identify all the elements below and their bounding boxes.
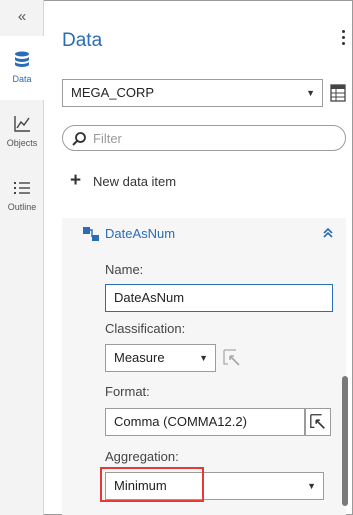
left-rail: « Data Objects Outline	[0, 0, 44, 515]
rail-item-outline[interactable]: Outline	[0, 164, 44, 228]
collapse-rail-button[interactable]: «	[0, 8, 44, 28]
aggregation-label: Aggregation:	[105, 449, 179, 464]
more-options-icon[interactable]	[341, 30, 347, 50]
aggregation-highlight-box	[100, 467, 204, 502]
classification-label: Classification:	[105, 321, 186, 336]
rail-item-objects[interactable]: Objects	[0, 100, 44, 164]
database-icon	[15, 51, 29, 67]
rail-item-label: Outline	[7, 202, 37, 212]
line-chart-icon	[14, 116, 30, 132]
panel-title: Data	[62, 30, 103, 51]
chevron-down-icon: ▼	[307, 481, 316, 491]
data-source-value: MEGA_CORP	[71, 85, 155, 100]
format-field[interactable]: Comma (COMMA12.2)	[105, 408, 305, 436]
collapse-chevron-icon[interactable]	[321, 226, 335, 240]
name-field[interactable]: DateAsNum	[105, 284, 333, 312]
list-icon	[14, 182, 30, 194]
edit-classification-icon[interactable]	[222, 348, 242, 368]
data-item-name: DateAsNum	[105, 226, 176, 241]
chevron-down-icon: ▼	[306, 88, 315, 98]
chevron-down-icon: ▼	[199, 353, 208, 363]
panel-scrollbar[interactable]	[342, 376, 348, 506]
data-source-table-icon[interactable]	[330, 84, 346, 102]
rail-item-data[interactable]: Data	[0, 36, 44, 100]
filter-input[interactable]: Filter	[62, 125, 346, 151]
new-data-item-label: New data item	[93, 174, 177, 189]
data-source-select[interactable]: MEGA_CORP ▼	[62, 79, 323, 107]
search-icon	[72, 132, 86, 146]
classification-select[interactable]: Measure ▼	[105, 344, 216, 372]
rail-item-label: Objects	[6, 138, 38, 148]
filter-placeholder: Filter	[93, 131, 122, 146]
edit-format-button[interactable]	[305, 408, 331, 436]
plus-icon: +	[70, 170, 82, 191]
name-label: Name:	[105, 262, 144, 277]
double-chevron-left-icon: «	[17, 8, 27, 25]
data-item-header[interactable]: DateAsNum	[62, 218, 346, 250]
measure-item-icon	[83, 227, 99, 241]
classification-value: Measure	[114, 350, 165, 365]
rail-item-label: Data	[12, 74, 32, 84]
edit-format-icon	[310, 414, 325, 429]
format-label: Format:	[105, 384, 150, 399]
